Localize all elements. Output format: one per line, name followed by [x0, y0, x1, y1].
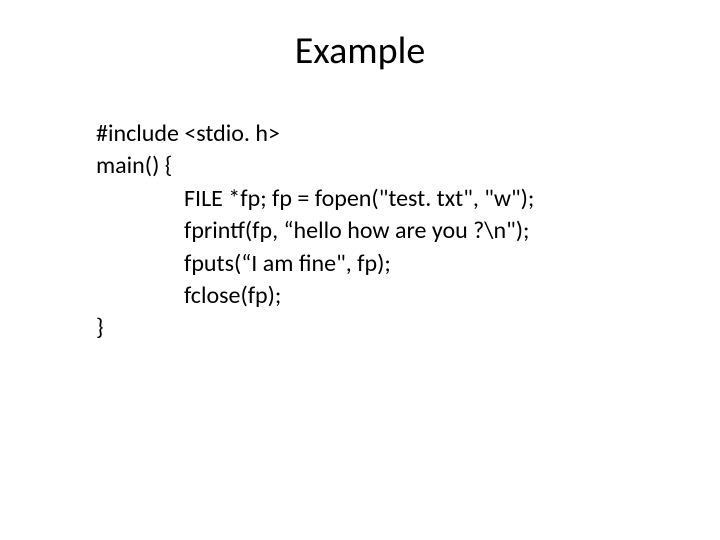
code-line-fprintf: fprintf(fp, “hello how are you ?\n"); [96, 215, 534, 247]
code-line-fopen: FILE *fp; fp = fopen("test. txt", "w"); [96, 183, 534, 215]
code-line-fputs: fputs(“I am fine", fp); [96, 248, 534, 280]
code-line-closebrace: } [96, 312, 534, 344]
slide-title: Example [0, 0, 720, 86]
code-line-include: #include <stdio. h> [96, 118, 534, 150]
code-example: #include <stdio. h> main() { FILE *fp; f… [96, 118, 534, 345]
code-line-main: main() { [96, 150, 534, 182]
code-line-fclose: fclose(fp); [96, 280, 534, 312]
